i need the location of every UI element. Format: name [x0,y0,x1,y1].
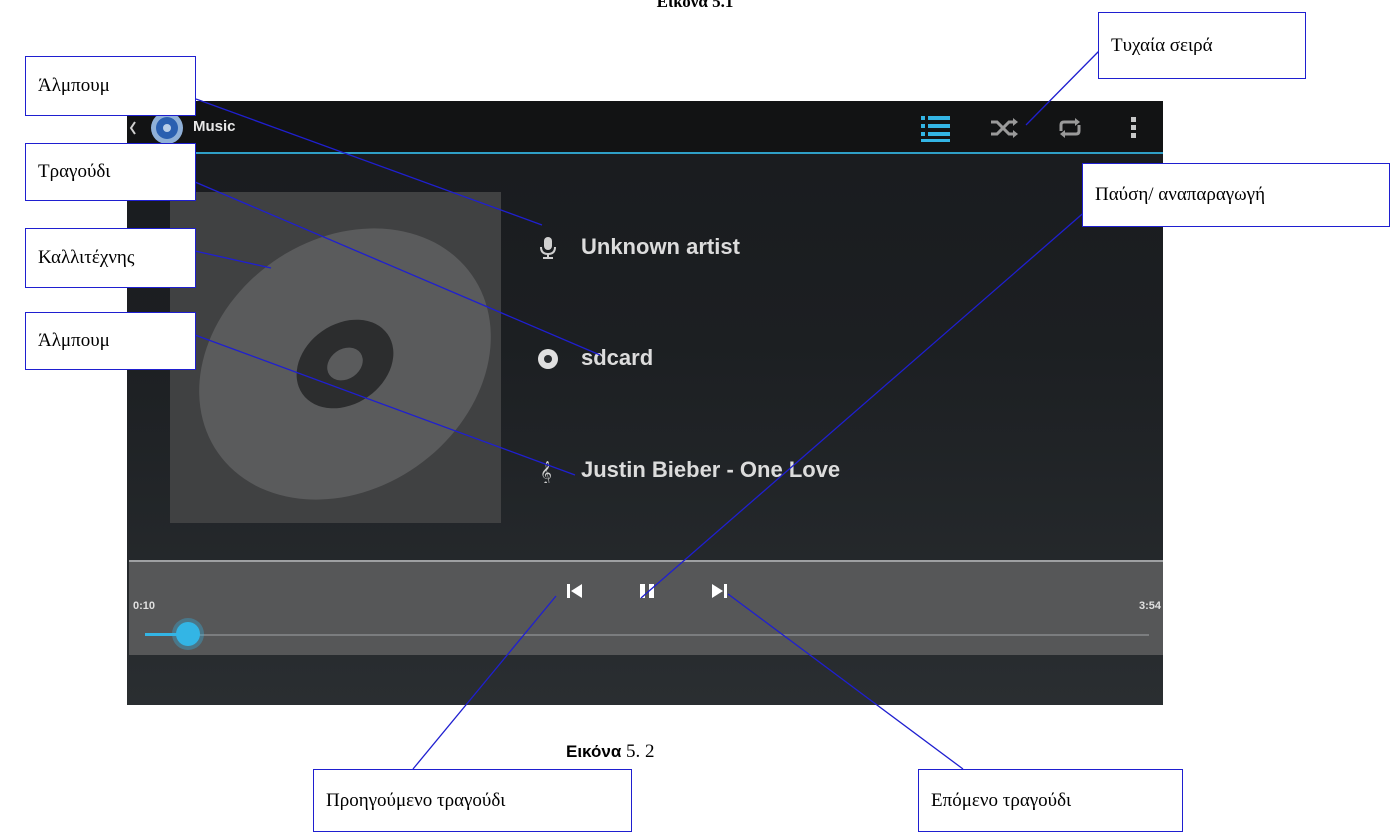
overflow-menu-icon[interactable] [1117,113,1151,143]
shuffle-icon[interactable] [987,113,1021,143]
callout-pause-play: Παύση/ αναπαραγωγή [1082,163,1390,227]
pause-button[interactable] [635,580,659,602]
previous-track-button[interactable] [563,580,587,602]
callout-previous: Προηγούμενο τραγούδι [313,769,632,832]
music-player-screenshot: Music Unknown artist sdcard 𝄞 Justin Bie… [127,101,1163,705]
callout-album-top: Άλμπουμ [25,56,196,116]
player-screen: Music Unknown artist sdcard 𝄞 Justin Bie… [127,101,1163,705]
callout-next: Επόμενο τραγούδι [918,769,1183,832]
microphone-icon [537,236,559,260]
controls-divider [129,560,1163,562]
figure-caption-bottom: Εικόνα 5. 2 [566,741,655,763]
seek-thumb[interactable] [176,622,201,646]
total-duration: 3:54 [1138,600,1161,612]
figure-caption-prefix: Εικόνα [566,742,622,761]
figure-caption-top: Εικόνα 5.1 [656,0,734,11]
app-title: Music [193,118,236,135]
album-disc-icon [537,347,559,371]
artist-name: Unknown artist [581,234,740,259]
callout-song: Τραγούδι [25,143,196,201]
music-app-icon[interactable] [127,111,183,145]
album-name: sdcard [581,345,654,370]
callout-album-bottom: Άλμπουμ [25,312,196,370]
disc-icon [199,228,491,500]
now-playing-list-icon[interactable] [919,113,953,143]
repeat-icon[interactable] [1053,113,1087,143]
next-track-button[interactable] [707,580,731,602]
album-art [170,192,501,523]
callout-shuffle: Τυχαία σειρά [1098,12,1306,79]
elapsed-time: 0:10 [133,600,156,612]
seek-track[interactable] [145,634,1149,636]
action-bar-divider [127,152,1163,154]
playback-controls: 0:10 3:54 [129,560,1163,655]
figure-caption-number: 5. 2 [626,741,655,762]
svg-text:𝄞: 𝄞 [540,460,552,483]
callout-artist: Καλλιτέχνης [25,228,196,288]
treble-clef-icon: 𝄞 [537,459,559,485]
action-bar: Music [127,101,1163,153]
song-title: Justin Bieber - One Love [581,457,841,482]
